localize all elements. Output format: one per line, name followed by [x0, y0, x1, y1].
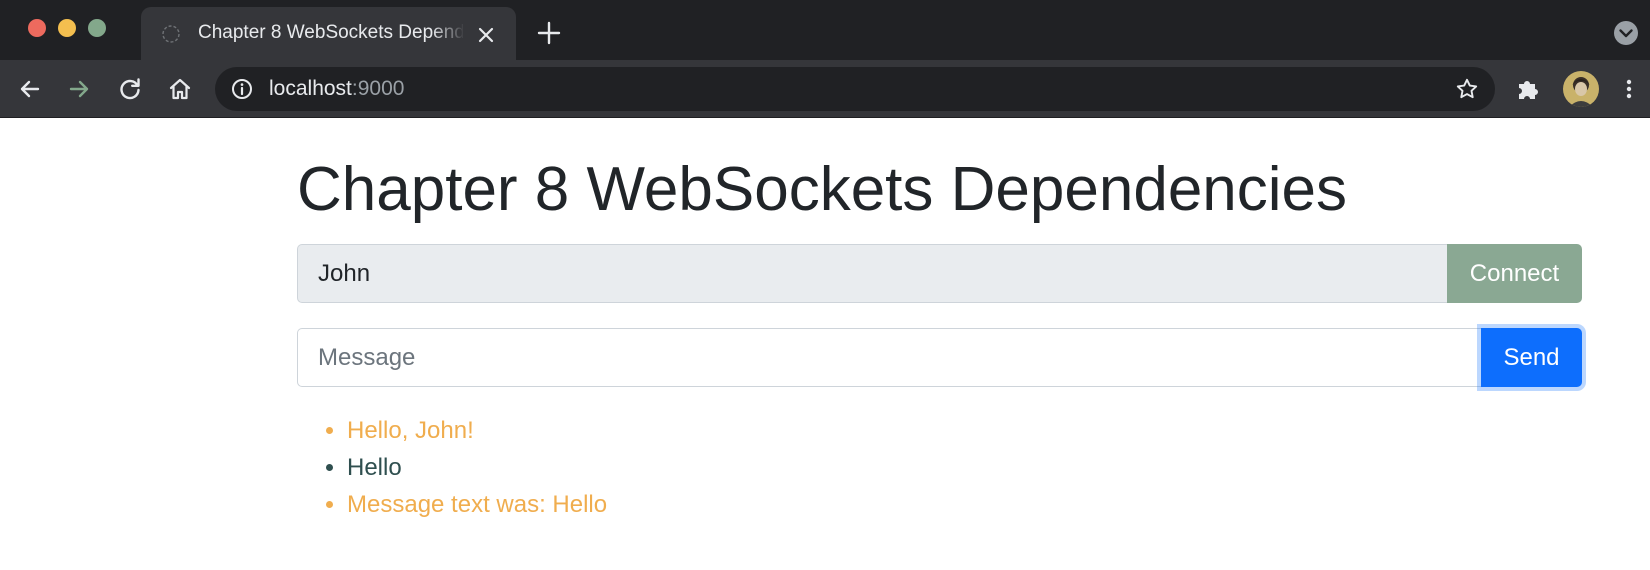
- home-icon[interactable]: [166, 75, 194, 103]
- back-icon[interactable]: [16, 75, 44, 103]
- message-item: Message text was: Hello: [347, 486, 607, 523]
- profile-avatar[interactable]: [1563, 71, 1599, 107]
- tab-title-fade: [431, 19, 465, 49]
- reload-icon[interactable]: [116, 75, 144, 103]
- message-input-group: Send: [297, 328, 1582, 387]
- menu-icon[interactable]: [1615, 75, 1643, 103]
- connect-button[interactable]: Connect: [1447, 244, 1582, 303]
- message-item: Hello, John!: [347, 412, 607, 449]
- tab-search-icon[interactable]: [1613, 20, 1639, 46]
- avatar-image: [1563, 71, 1599, 107]
- browser-tab[interactable]: Chapter 8 WebSockets Dependencies: [141, 7, 516, 60]
- browser-toolbar: localhost:9000: [0, 60, 1650, 118]
- close-icon[interactable]: [473, 22, 499, 48]
- url-host: localhost: [269, 77, 352, 100]
- new-tab-icon[interactable]: [536, 20, 562, 46]
- forward-icon[interactable]: [65, 75, 93, 103]
- address-bar[interactable]: localhost:9000: [215, 67, 1495, 111]
- send-button[interactable]: Send: [1481, 328, 1582, 387]
- tab-title: Chapter 8 WebSockets Dependencies: [198, 22, 463, 43]
- url-text: localhost:9000: [269, 77, 404, 101]
- star-icon[interactable]: [1455, 77, 1479, 101]
- extensions-icon[interactable]: [1514, 75, 1542, 103]
- browser-tab-bar: Chapter 8 WebSockets Dependencies: [0, 0, 1650, 60]
- minimize-window-button[interactable]: [58, 19, 76, 37]
- zoom-window-button[interactable]: [88, 19, 106, 37]
- info-icon[interactable]: [231, 78, 253, 100]
- message-list: Hello, John! Hello Message text was: Hel…: [297, 412, 607, 523]
- name-input[interactable]: [297, 244, 1447, 303]
- url-port: :9000: [351, 77, 405, 100]
- message-input[interactable]: [297, 328, 1481, 387]
- message-item: Hello: [347, 449, 607, 486]
- name-input-group: Connect: [297, 244, 1582, 303]
- page-title: Chapter 8 WebSockets Dependencies: [297, 155, 1348, 224]
- globe-icon: [162, 25, 180, 43]
- close-window-button[interactable]: [28, 19, 46, 37]
